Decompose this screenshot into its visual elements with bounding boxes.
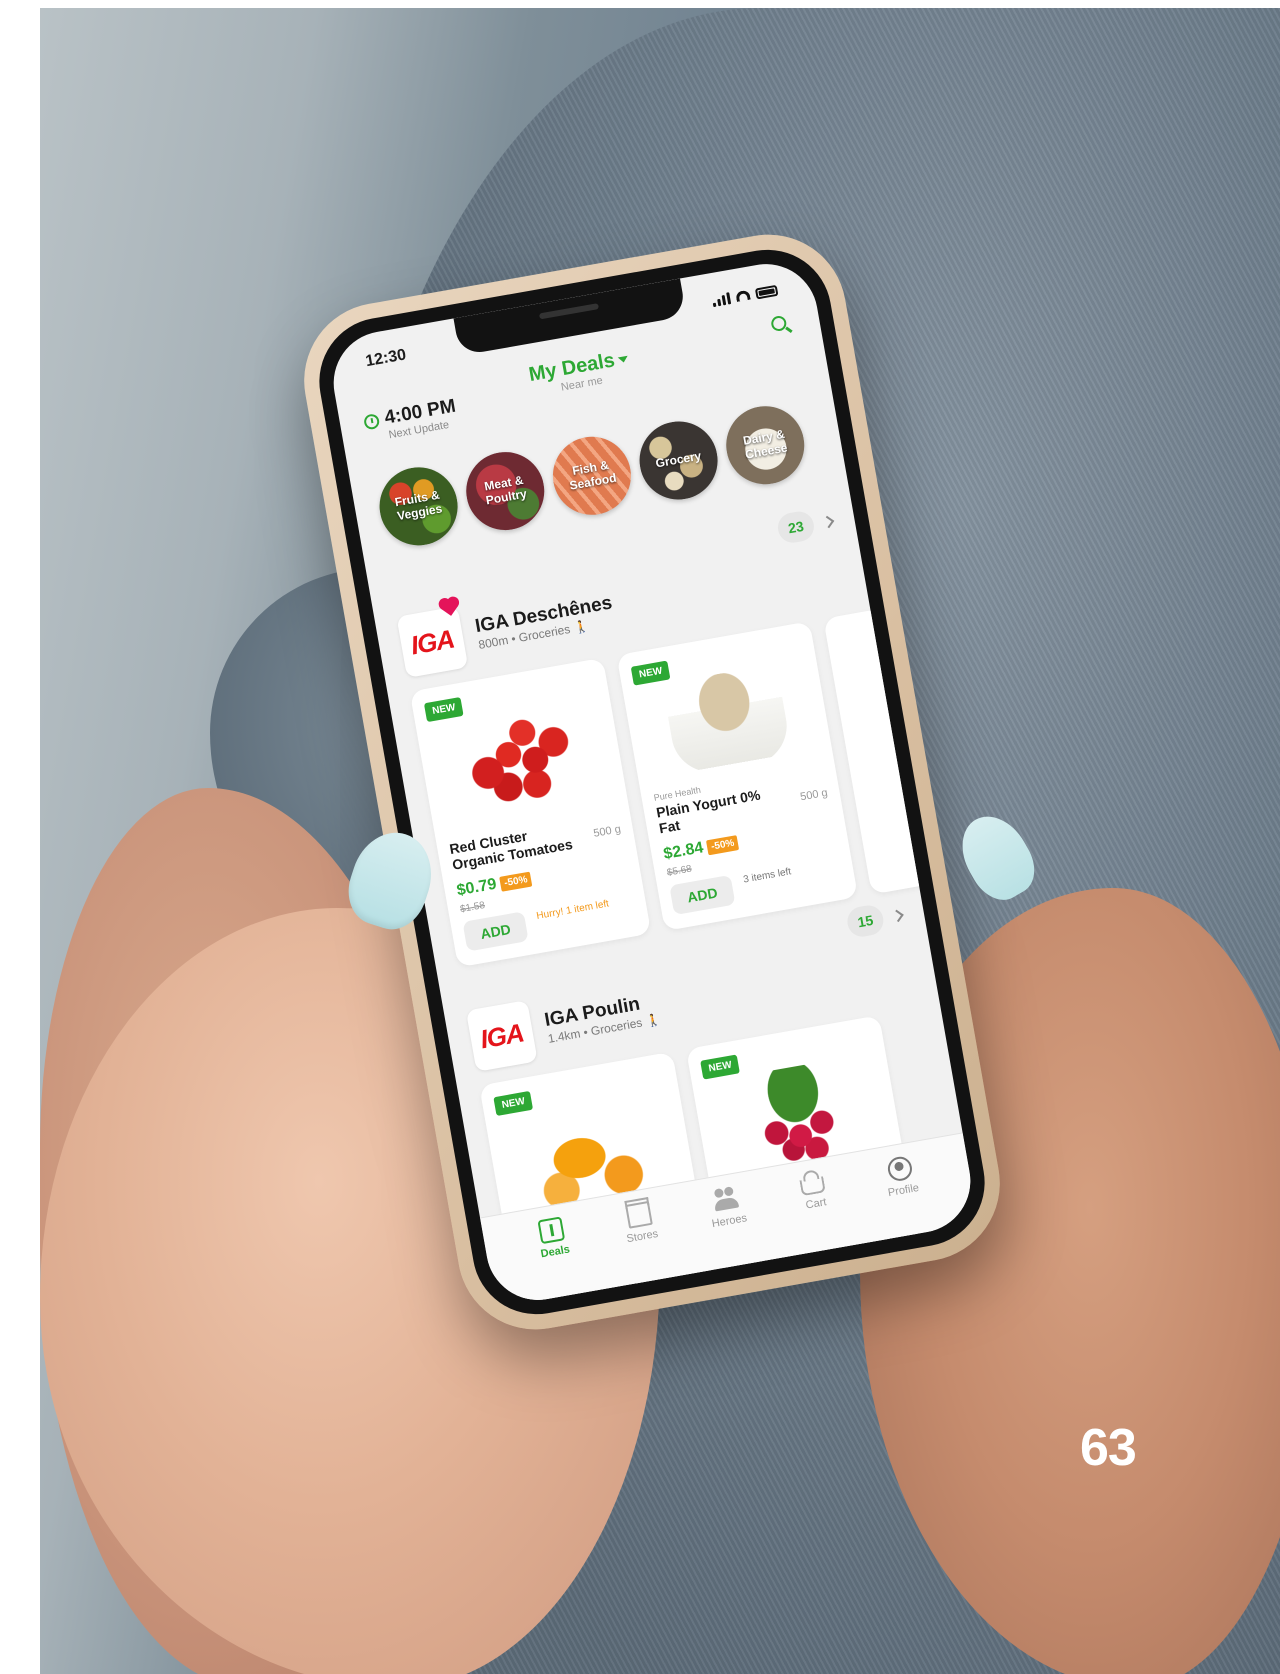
category-fish-seafood[interactable]: Fish & Seafood	[546, 430, 638, 521]
product-card[interactable]: NEW Pure Health Plain Yogurt 0% Fat 500 …	[616, 621, 859, 931]
original-price: $5.68	[666, 863, 693, 879]
heroes-icon	[712, 1186, 740, 1214]
discount-badge: -50%	[499, 871, 533, 892]
see-all-deals[interactable]: 23	[775, 506, 835, 546]
store-logo: IGA	[465, 1000, 538, 1072]
status-icons	[711, 284, 779, 308]
favorite-heart-icon[interactable]	[441, 599, 458, 616]
product-name: Red Cluster Organic Tomatoes	[448, 827, 574, 873]
category-dairy-cheese[interactable]: Dairy & Cheese	[720, 400, 811, 491]
caret-down-icon	[618, 355, 629, 363]
category-grocery[interactable]: Grocery	[633, 415, 724, 506]
tomatoes-image	[455, 700, 587, 815]
deal-count-badge: 23	[775, 509, 817, 546]
deal-count-badge: 15	[845, 903, 886, 939]
profile-icon	[885, 1154, 914, 1183]
status-time: 12:30	[364, 346, 408, 371]
category-fruits-veggies[interactable]: Fruits & Veggies	[373, 461, 464, 552]
signal-icon	[711, 292, 732, 308]
cart-icon	[799, 1176, 827, 1197]
yogurt-image	[662, 663, 794, 779]
walking-icon: 🚶	[644, 1012, 663, 1029]
product-card[interactable]: NEW Red Cluster Organic Tomatoes 500 g $…	[409, 657, 652, 968]
stores-icon	[624, 1201, 653, 1229]
product-weight: 500 g	[592, 823, 622, 840]
walking-icon: 🚶	[572, 618, 590, 636]
product-price: $2.84	[662, 839, 705, 863]
chevron-right-icon	[821, 515, 835, 528]
discount-badge: -50%	[705, 834, 740, 855]
tab-deals[interactable]: Deals	[515, 1212, 598, 1302]
add-to-cart-button[interactable]: ADD	[669, 874, 736, 916]
product-weight: 500 g	[799, 786, 829, 804]
battery-icon	[754, 284, 779, 299]
search-icon	[770, 314, 788, 333]
tab-profile[interactable]: Profile	[863, 1151, 946, 1241]
new-badge: NEW	[423, 696, 464, 723]
search-button[interactable]	[770, 314, 795, 339]
original-price: $1.58	[459, 899, 486, 916]
tab-heroes[interactable]: Heroes	[689, 1182, 772, 1272]
page-number: 63	[1080, 1419, 1137, 1477]
tab-cart[interactable]: Cart	[776, 1166, 859, 1256]
new-badge: NEW	[700, 1054, 741, 1080]
category-meat-poultry[interactable]: Meat & Poultry	[460, 445, 551, 537]
add-to-cart-button[interactable]: ADD	[462, 911, 529, 952]
store-logo: IGA	[396, 599, 469, 678]
deals-icon	[537, 1216, 566, 1245]
tab-stores[interactable]: Stores	[602, 1197, 685, 1287]
see-all-deals[interactable]: 15	[845, 900, 904, 939]
product-price: $0.79	[455, 875, 498, 900]
new-badge: NEW	[493, 1090, 534, 1117]
wifi-icon	[735, 289, 751, 302]
new-badge: NEW	[630, 660, 671, 686]
stock-note: Hurry! 1 item left	[535, 898, 610, 922]
stock-note: 3 items left	[742, 866, 793, 886]
chevron-right-icon	[891, 909, 904, 922]
speaker-grille	[538, 303, 600, 320]
